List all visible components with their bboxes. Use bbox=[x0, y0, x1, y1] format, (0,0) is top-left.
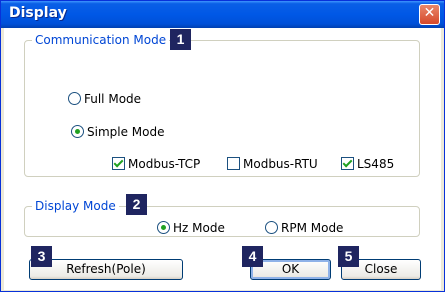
ls485-label: LS485 bbox=[357, 157, 395, 171]
ls485-checkbox[interactable]: LS485 bbox=[341, 157, 394, 171]
refresh-pole-button[interactable]: Refresh(Pole) bbox=[29, 259, 183, 280]
hz-mode-radio-indicator bbox=[157, 221, 170, 234]
rpm-mode-radio[interactable]: RPM Mode bbox=[265, 221, 343, 235]
simple-mode-radio-indicator bbox=[71, 125, 84, 138]
full-mode-radio-indicator bbox=[68, 92, 81, 105]
simple-mode-radio[interactable]: Simple Mode bbox=[71, 125, 164, 139]
modbus-rtu-checkbox[interactable]: Modbus-RTU bbox=[227, 157, 318, 171]
hz-mode-radio[interactable]: Hz Mode bbox=[157, 221, 225, 235]
window-title: Display bbox=[9, 5, 67, 21]
callout-badge-5: 5 bbox=[338, 246, 359, 267]
modbus-rtu-check-indicator bbox=[227, 157, 240, 170]
display-mode-label: Display Mode bbox=[32, 199, 119, 213]
communication-mode-label: Communication Mode bbox=[32, 33, 170, 47]
display-dialog: Display ✕ Communication Mode 1 Full Mode… bbox=[0, 0, 445, 292]
title-bar[interactable]: Display ✕ bbox=[1, 1, 444, 28]
full-mode-radio[interactable]: Full Mode bbox=[68, 92, 141, 106]
simple-mode-label: Simple Mode bbox=[87, 125, 165, 139]
modbus-rtu-label: Modbus-RTU bbox=[243, 157, 318, 171]
window-close-button[interactable]: ✕ bbox=[419, 4, 440, 25]
callout-badge-3: 3 bbox=[31, 246, 52, 267]
modbus-tcp-checkbox[interactable]: Modbus-TCP bbox=[112, 157, 200, 171]
modbus-tcp-label: Modbus-TCP bbox=[128, 157, 201, 171]
hz-mode-label: Hz Mode bbox=[173, 221, 225, 235]
callout-badge-2: 2 bbox=[126, 194, 147, 215]
full-mode-label: Full Mode bbox=[84, 92, 142, 106]
rpm-mode-label: RPM Mode bbox=[281, 221, 344, 235]
dialog-body: Communication Mode 1 Full Mode Simple Mo… bbox=[4, 28, 441, 290]
callout-badge-4: 4 bbox=[242, 246, 263, 267]
rpm-mode-radio-indicator bbox=[265, 221, 278, 234]
callout-badge-1: 1 bbox=[170, 29, 191, 50]
modbus-tcp-check-indicator bbox=[112, 157, 125, 170]
ls485-check-indicator bbox=[341, 157, 354, 170]
close-icon: ✕ bbox=[423, 5, 436, 21]
